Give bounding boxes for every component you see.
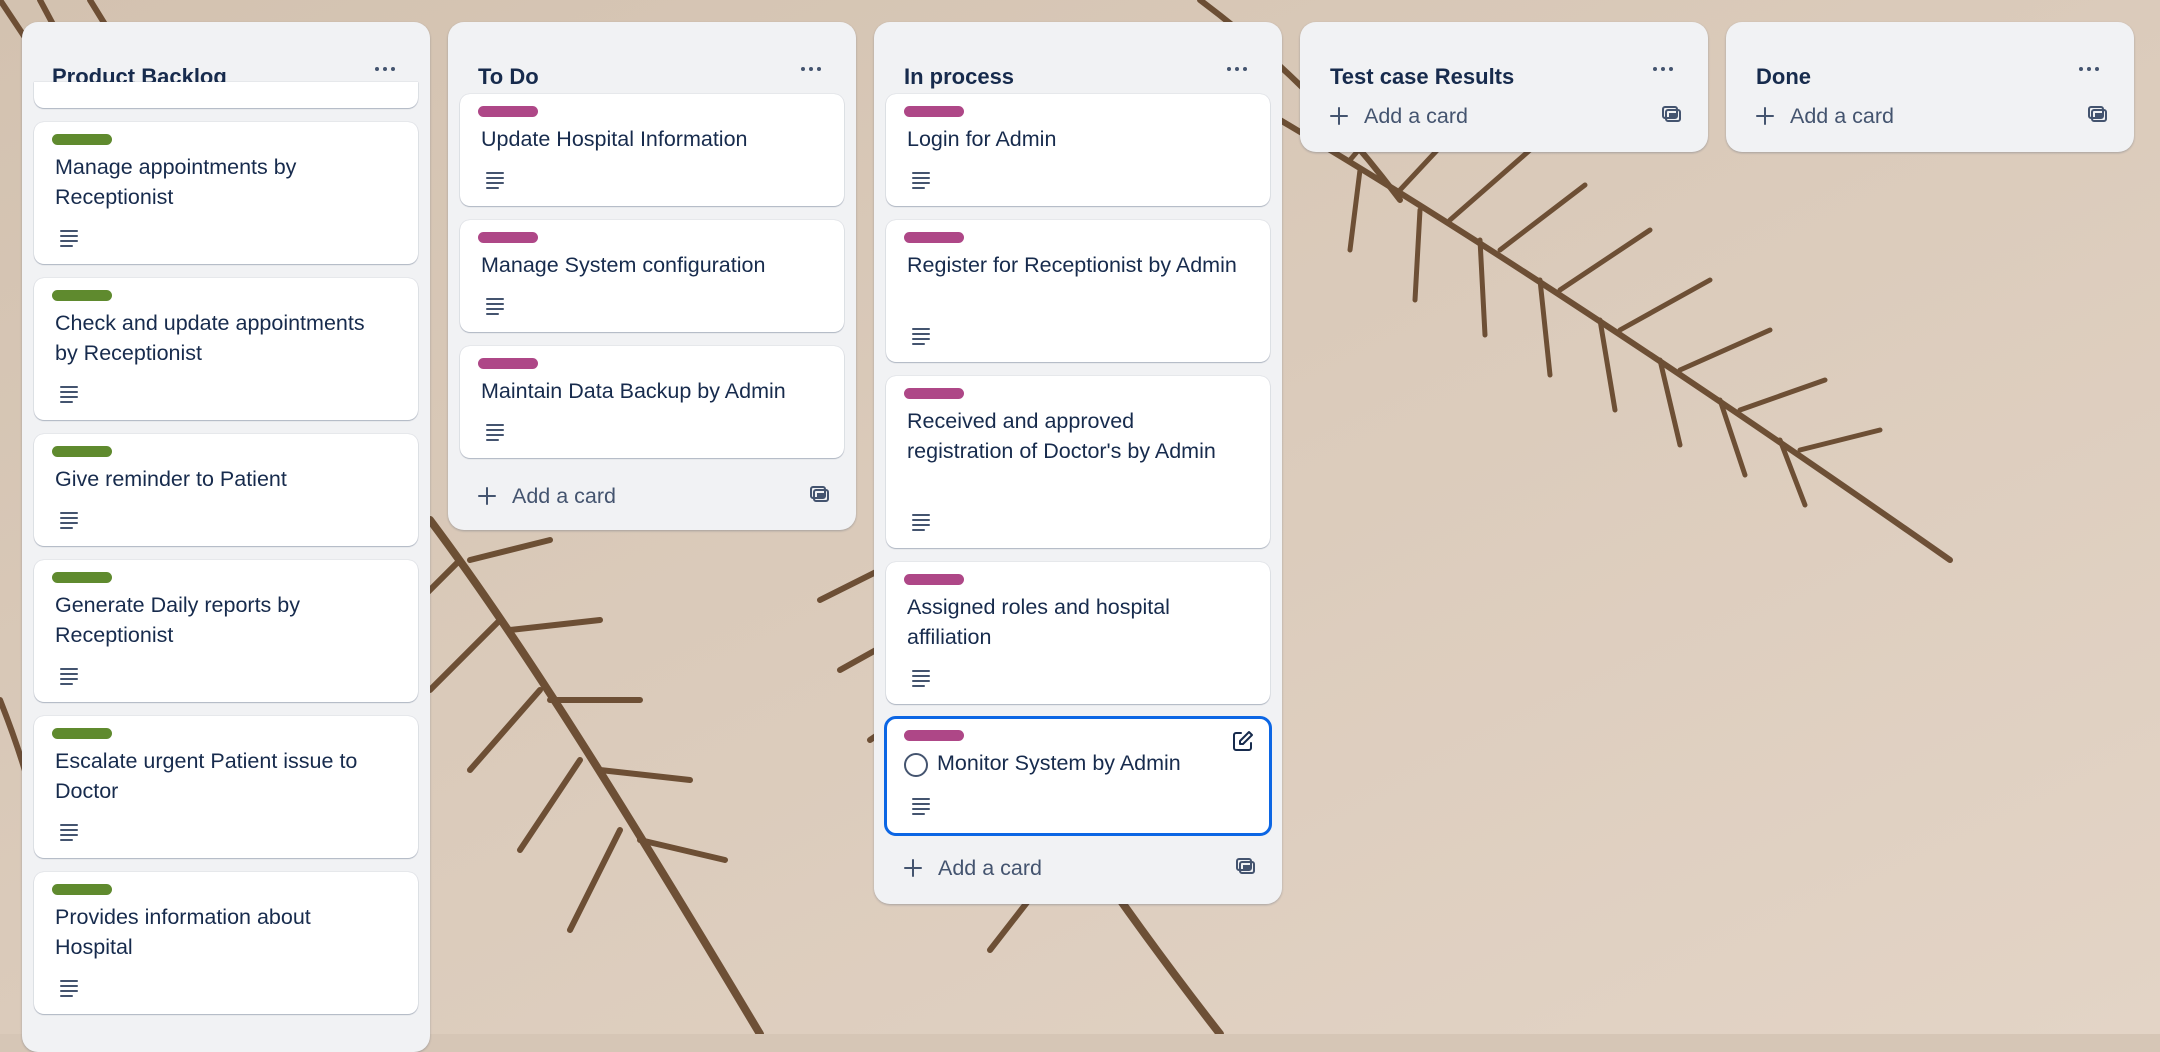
checkbox-circle-icon[interactable]	[904, 753, 928, 777]
add-card-label: Add a card	[1364, 103, 1468, 128]
add-card-button[interactable]: Add a card	[886, 844, 1270, 892]
card-title: Monitor System by Admin	[937, 751, 1181, 775]
card-label[interactable]	[904, 574, 964, 585]
card-label[interactable]	[478, 358, 538, 369]
card-label[interactable]	[52, 728, 112, 739]
card-title: Provides information about Hospital	[55, 905, 311, 959]
card-label[interactable]	[904, 388, 964, 399]
card[interactable]: Register for Receptionist by Admin	[886, 220, 1270, 362]
description-icon	[912, 172, 930, 189]
card-label[interactable]	[52, 134, 112, 145]
card-title: Escalate urgent Patient issue to Doctor	[55, 749, 358, 803]
card[interactable]: Maintain Data Backup by Admin	[460, 346, 844, 458]
more-horizontal-icon[interactable]	[2074, 54, 2104, 84]
description-icon	[912, 670, 930, 687]
card-label[interactable]	[478, 232, 538, 243]
description-icon	[912, 514, 930, 531]
card-title: Register for Receptionist by Admin	[907, 253, 1237, 277]
card-title: Received and approved registration of Do…	[907, 409, 1216, 463]
add-card-label: Add a card	[938, 855, 1042, 880]
description-icon	[60, 230, 78, 247]
plus-icon	[900, 855, 926, 881]
card-template-icon[interactable]	[1662, 106, 1682, 124]
description-icon	[60, 824, 78, 841]
list-header: In process	[874, 22, 1282, 102]
description-icon	[60, 386, 78, 403]
card[interactable]: Give reminder to Patient	[34, 434, 418, 546]
description-icon	[912, 798, 930, 815]
description-icon	[60, 512, 78, 529]
plus-icon	[1326, 103, 1352, 129]
card-label[interactable]	[904, 730, 964, 741]
card-title: Login for Admin	[907, 127, 1057, 151]
card[interactable]: Manage System configuration	[460, 220, 844, 332]
more-horizontal-icon[interactable]	[796, 54, 826, 84]
card-title: Manage appointments by Receptionist	[55, 155, 297, 209]
list-header: Done	[1726, 22, 2134, 102]
list-title[interactable]: Done	[1756, 64, 1811, 90]
plus-icon	[1752, 103, 1778, 129]
list-title[interactable]: To Do	[478, 64, 539, 90]
board: Product Backlog Manage appointments by R…	[0, 0, 2160, 1052]
card[interactable]: Provides information about Hospital	[34, 872, 418, 1014]
card-title: Generate Daily reports by Receptionist	[55, 593, 300, 647]
card-title: Manage System configuration	[481, 253, 766, 277]
card-hovered[interactable]: Monitor System by Admin	[884, 716, 1272, 836]
card-title: Check and update appointments by Recepti…	[55, 311, 365, 365]
card[interactable]: Generate Daily reports by Receptionist	[34, 560, 418, 702]
card-label[interactable]	[904, 106, 964, 117]
add-card-label: Add a card	[1790, 103, 1894, 128]
description-icon	[60, 980, 78, 997]
card[interactable]: Update Hospital Information	[460, 94, 844, 206]
card-title: Maintain Data Backup by Admin	[481, 379, 786, 403]
card-label[interactable]	[904, 232, 964, 243]
list-in-process: In process Login for Admin Register for …	[874, 22, 1282, 904]
card-title: Assigned roles and hospital affiliation	[907, 595, 1170, 649]
card[interactable]	[34, 82, 418, 108]
list-header: Test case Results	[1300, 22, 1708, 102]
list-to-do: To Do Update Hospital Information Manage…	[448, 22, 856, 530]
add-card-button[interactable]: Add a card	[1312, 92, 1696, 140]
card-template-icon[interactable]	[2088, 106, 2108, 124]
card-title: Give reminder to Patient	[55, 467, 287, 491]
list-done: Done Add a card	[1726, 22, 2134, 152]
add-card-label: Add a card	[512, 483, 616, 508]
add-card-button[interactable]: Add a card	[1738, 92, 2122, 140]
add-card-button[interactable]: Add a card	[460, 472, 844, 520]
list-header: To Do	[448, 22, 856, 102]
list-test-case-results: Test case Results Add a card	[1300, 22, 1708, 152]
description-icon	[486, 298, 504, 315]
list-title[interactable]: In process	[904, 64, 1014, 90]
card-label[interactable]	[52, 446, 112, 457]
card[interactable]: Check and update appointments by Recepti…	[34, 278, 418, 420]
card[interactable]: Escalate urgent Patient issue to Doctor	[34, 716, 418, 858]
more-horizontal-icon[interactable]	[1222, 54, 1252, 84]
list-product-backlog: Product Backlog Manage appointments by R…	[22, 22, 430, 1052]
card[interactable]: Manage appointments by Receptionist	[34, 122, 418, 264]
plus-icon	[474, 483, 500, 509]
card-title: Update Hospital Information	[481, 127, 748, 151]
card-label[interactable]	[52, 884, 112, 895]
edit-icon[interactable]	[1232, 730, 1254, 752]
card[interactable]: Received and approved registration of Do…	[886, 376, 1270, 548]
description-icon	[912, 328, 930, 345]
card[interactable]: Login for Admin	[886, 94, 1270, 206]
more-horizontal-icon[interactable]	[1648, 54, 1678, 84]
card-label[interactable]	[478, 106, 538, 117]
card-template-icon[interactable]	[810, 486, 830, 504]
card-label[interactable]	[52, 572, 112, 583]
card-label[interactable]	[52, 290, 112, 301]
card[interactable]: Assigned roles and hospital affiliation	[886, 562, 1270, 704]
description-icon	[60, 668, 78, 685]
description-icon	[486, 424, 504, 441]
list-title[interactable]: Test case Results	[1330, 64, 1514, 90]
description-icon	[486, 172, 504, 189]
more-horizontal-icon[interactable]	[370, 54, 400, 84]
card-template-icon[interactable]	[1236, 858, 1256, 876]
